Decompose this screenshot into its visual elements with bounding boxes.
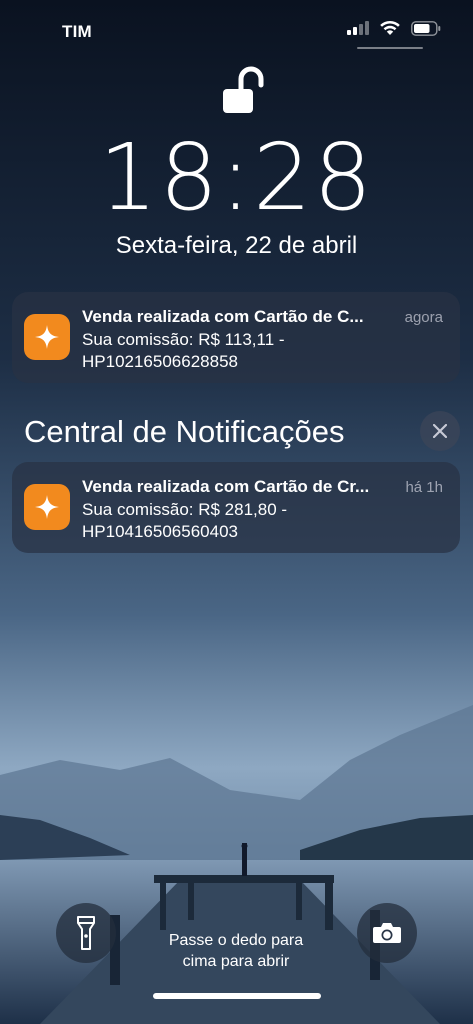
app-icon (24, 484, 70, 530)
wifi-icon (380, 20, 400, 35)
notification-body: Sua comissão: R$ 281,80 - HP104165065604… (82, 499, 382, 543)
close-icon (433, 424, 447, 438)
status-underline (357, 47, 423, 49)
notification-body-line: HP10416506560403 (82, 522, 238, 541)
notification-time: há 1h (405, 479, 443, 496)
notification-body-line: Sua comissão: R$ 281,80 - (82, 500, 288, 519)
notification-card[interactable]: Venda realizada com Cartão de C... agora… (12, 292, 460, 383)
flashlight-icon (77, 916, 95, 950)
swipe-to-open-hint: Passe o dedo para cima para abrir (136, 930, 336, 972)
notification-body-line: HP10216506628858 (82, 352, 238, 371)
camera-icon (373, 923, 401, 943)
notification-body: Sua comissão: R$ 113,11 - HP102165066288… (82, 329, 382, 373)
sparkle-icon (35, 495, 59, 519)
lock-screen-date: Sexta-feira, 22 de abril (115, 232, 358, 259)
app-icon (24, 314, 70, 360)
camera-button[interactable] (357, 903, 417, 963)
notification-title: Venda realizada com Cartão de Cr... (82, 477, 370, 496)
sparkle-icon (35, 325, 59, 349)
flashlight-button[interactable] (56, 903, 116, 963)
notification-card[interactable]: Venda realizada com Cartão de Cr... há 1… (12, 462, 460, 553)
battery-icon (411, 20, 441, 36)
status-icons (347, 20, 441, 36)
notification-center-title: Central de Notificações (24, 414, 345, 449)
clear-notifications-button[interactable] (420, 411, 460, 451)
unlocked-padlock-icon (223, 66, 264, 113)
notification-time: agora (404, 309, 443, 326)
lock-screen-time: 18:28 (98, 124, 375, 231)
status-bar: TIM (0, 0, 473, 60)
swipe-hint-line: cima para abrir (182, 953, 290, 970)
home-indicator[interactable] (153, 993, 321, 999)
notification-body-line: Sua comissão: R$ 113,11 - (82, 330, 285, 349)
carrier-label: TIM (62, 22, 92, 41)
notification-title: Venda realizada com Cartão de C... (82, 307, 364, 326)
swipe-hint-line: Passe o dedo para (168, 932, 304, 949)
cellular-signal-icon (347, 21, 369, 35)
